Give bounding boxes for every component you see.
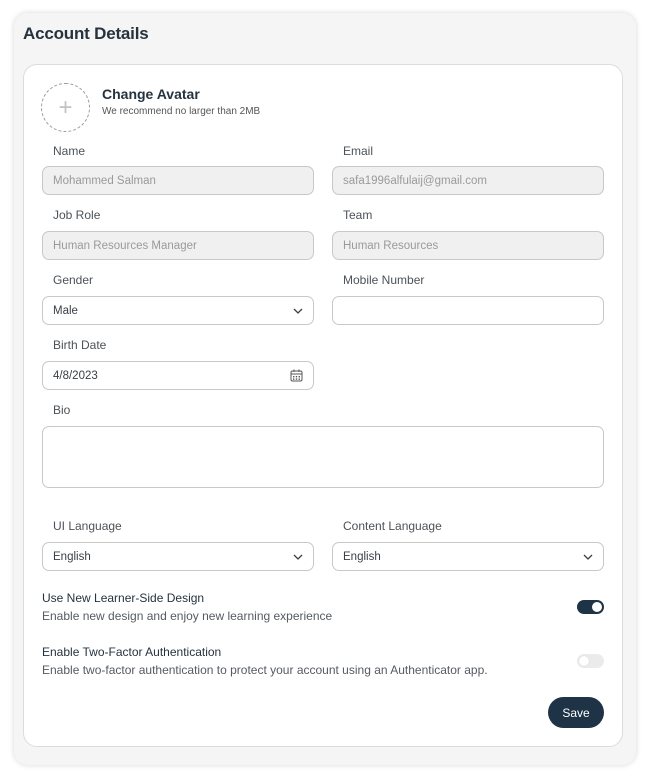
job-role-field[interactable]: Human Resources Manager <box>42 231 314 260</box>
bio-label: Bio <box>53 403 71 417</box>
gender-value: Male <box>53 304 78 317</box>
team-field[interactable]: Human Resources <box>332 231 604 260</box>
email-value: safa1996alfulaij@gmail.com <box>343 174 487 187</box>
name-label: Name <box>53 144 86 158</box>
chevron-down-icon <box>293 554 303 560</box>
two-factor-description: Enable two-factor authentication to prot… <box>42 663 488 677</box>
birth-date-input[interactable]: 4/8/2023 <box>42 361 314 390</box>
plus-icon: + <box>58 93 73 121</box>
toggle-knob <box>579 656 589 666</box>
two-factor-toggle[interactable] <box>577 654 604 668</box>
team-label: Team <box>343 208 373 222</box>
learner-design-description: Enable new design and enjoy new learning… <box>42 609 333 623</box>
gender-label: Gender <box>53 273 94 287</box>
toggle-knob <box>592 602 602 612</box>
avatar-upload[interactable]: + <box>41 83 90 132</box>
chevron-down-icon <box>583 554 593 560</box>
gender-select[interactable]: Male <box>42 296 314 325</box>
job-role-value: Human Resources Manager <box>53 239 197 252</box>
content-language-value: English <box>343 550 381 563</box>
team-value: Human Resources <box>343 239 439 252</box>
avatar-size-hint: We recommend no larger than 2MB <box>102 106 261 117</box>
mobile-number-input[interactable] <box>332 296 604 325</box>
ui-language-label: UI Language <box>53 519 122 533</box>
email-field[interactable]: safa1996alfulaij@gmail.com <box>332 166 604 195</box>
two-factor-title: Enable Two-Factor Authentication <box>42 645 222 659</box>
content-language-label: Content Language <box>343 519 442 533</box>
email-label: Email <box>343 144 374 158</box>
learner-design-toggle[interactable] <box>577 600 604 614</box>
ui-language-value: English <box>53 550 91 563</box>
job-role-label: Job Role <box>53 208 101 222</box>
ui-language-select[interactable]: English <box>42 542 314 571</box>
learner-design-title: Use New Learner-Side Design <box>42 591 205 605</box>
page-title: Account Details <box>23 24 149 43</box>
mobile-label: Mobile Number <box>343 273 425 287</box>
birth-date-label: Birth Date <box>53 338 107 352</box>
bio-textarea[interactable] <box>42 426 604 488</box>
save-button[interactable]: Save <box>548 697 604 728</box>
name-value: Mohammed Salman <box>53 174 156 187</box>
calendar-icon[interactable] <box>290 369 303 382</box>
name-field[interactable]: Mohammed Salman <box>42 166 314 195</box>
content-language-select[interactable]: English <box>332 542 604 571</box>
chevron-down-icon <box>293 308 303 314</box>
change-avatar-title: Change Avatar <box>102 86 200 102</box>
birth-date-value: 4/8/2023 <box>53 369 98 382</box>
